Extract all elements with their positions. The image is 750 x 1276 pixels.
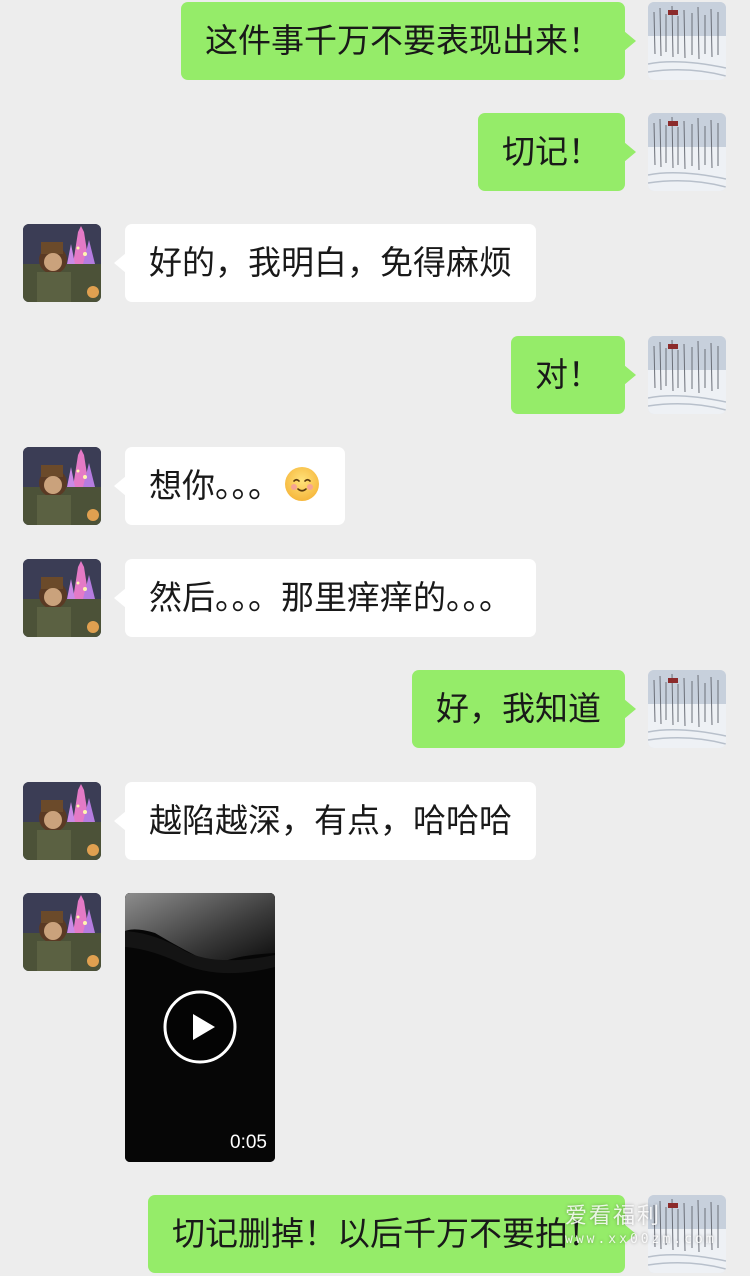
message-bubble-incoming[interactable]: 想你。。。 <box>114 447 345 525</box>
message-bubble-outgoing[interactable]: 好，我知道 <box>412 670 636 748</box>
contact-avatar[interactable] <box>23 782 101 860</box>
contact-avatar[interactable] <box>23 447 101 525</box>
self-avatar[interactable] <box>648 336 726 414</box>
snow-forest-avatar-icon <box>648 336 726 414</box>
video-message[interactable]: 0:05 <box>125 893 275 1162</box>
contact-avatar[interactable] <box>23 224 101 302</box>
castle-night-avatar-icon <box>23 224 101 302</box>
play-icon[interactable] <box>162 989 238 1065</box>
message-bubble-incoming[interactable]: 好的，我明白，免得麻烦 <box>114 224 536 302</box>
message-bubble-outgoing[interactable]: 对！ <box>511 336 636 414</box>
self-avatar[interactable] <box>648 670 726 748</box>
castle-night-avatar-icon <box>23 893 101 971</box>
message-bubble-incoming[interactable]: 然后。。。那里痒痒的。。。 <box>114 559 536 637</box>
castle-night-avatar-icon <box>23 447 101 525</box>
message-bubble-outgoing[interactable]: 切记！ <box>478 113 636 191</box>
self-avatar[interactable] <box>648 113 726 191</box>
snow-forest-avatar-icon <box>648 2 726 80</box>
watermark-url: www.xx00zm.com <box>565 1232 717 1247</box>
message-text: 想你。。。 <box>149 466 281 505</box>
message-bubble-outgoing[interactable]: 切记删掉！以后千万不要拍！ <box>148 1195 636 1273</box>
message-bubble-outgoing[interactable]: 这件事千万不要表现出来！ <box>181 2 636 80</box>
video-duration: 0:05 <box>230 1132 267 1153</box>
message-bubble-incoming[interactable]: 越陷越深，有点，哈哈哈 <box>114 782 536 860</box>
smiling-face-emoji-icon <box>283 465 321 503</box>
contact-avatar[interactable] <box>23 559 101 637</box>
snow-forest-avatar-icon <box>648 670 726 748</box>
self-avatar[interactable] <box>648 2 726 80</box>
watermark-text: 爱看福利 <box>565 1204 662 1229</box>
castle-night-avatar-icon <box>23 559 101 637</box>
snow-forest-avatar-icon <box>648 113 726 191</box>
castle-night-avatar-icon <box>23 782 101 860</box>
contact-avatar[interactable] <box>23 893 101 971</box>
